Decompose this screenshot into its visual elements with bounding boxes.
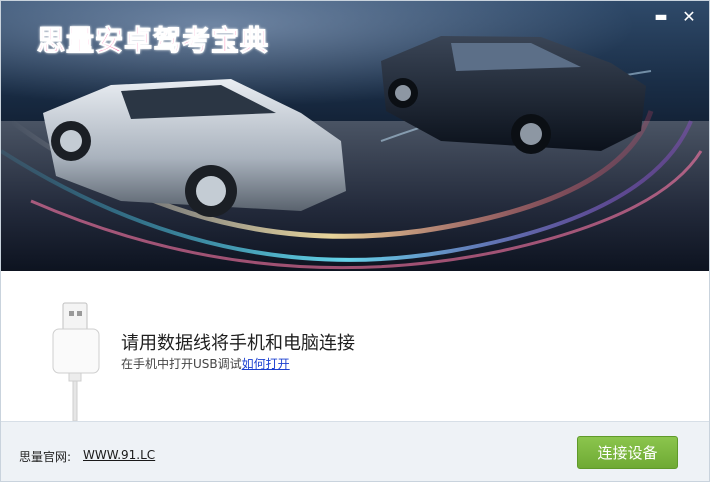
app-window: 思量安卓驾考宝典 ▬ ✕ 请用数据线将手机和电脑连接 在手机中打开USB调试如何… bbox=[0, 0, 710, 482]
close-icon[interactable]: ✕ bbox=[681, 9, 697, 25]
official-site-label: 思量官网: bbox=[19, 450, 72, 464]
usb-debug-hint-text: 在手机中打开USB调试 bbox=[121, 357, 242, 371]
banner: 思量安卓驾考宝典 ▬ ✕ bbox=[1, 1, 709, 271]
connect-device-button[interactable]: 连接设备 bbox=[577, 436, 678, 469]
connect-instruction: 请用数据线将手机和电脑连接 bbox=[121, 333, 355, 354]
official-site-link[interactable]: WWW.91.LC bbox=[83, 448, 155, 462]
how-to-open-link[interactable]: 如何打开 bbox=[242, 357, 290, 371]
usb-cable-icon bbox=[52, 302, 100, 421]
minimize-icon[interactable]: ▬ bbox=[653, 9, 669, 25]
app-title: 思量安卓驾考宝典 bbox=[36, 24, 270, 58]
usb-debug-hint: 在手机中打开USB调试如何打开 bbox=[121, 355, 290, 372]
footer: 思量官网: WWW.91.LC 连接设备 bbox=[1, 421, 709, 481]
